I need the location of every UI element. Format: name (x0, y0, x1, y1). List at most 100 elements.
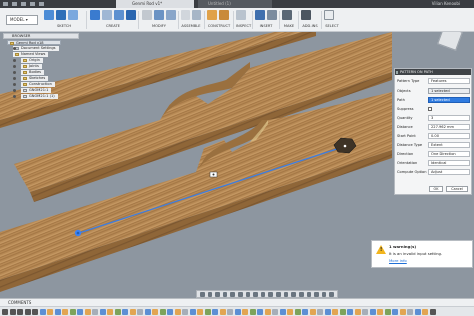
timeline-joint-feature[interactable] (384, 309, 391, 315)
timeline-sketch-feature[interactable] (369, 309, 376, 315)
eye-icon[interactable] (13, 65, 16, 68)
sketch-line-icon[interactable] (56, 10, 66, 20)
camera-icon[interactable] (276, 292, 281, 297)
visibility-toggle[interactable] (13, 76, 21, 81)
toolbar-group-assemble[interactable]: ASSEMBLE (181, 10, 201, 30)
ground-icon[interactable] (321, 292, 327, 297)
timeline-extrude-feature[interactable] (332, 309, 338, 315)
timeline-chamfer-feature[interactable] (137, 309, 143, 315)
sweep-icon[interactable] (114, 10, 124, 20)
timeline-sketch-feature[interactable] (189, 309, 196, 315)
timeline-sketch-feature[interactable] (122, 309, 128, 315)
zoom-icon[interactable] (222, 292, 228, 297)
timeline-extrude-feature[interactable] (62, 309, 68, 315)
compute-option-select[interactable]: Adjust (428, 169, 470, 175)
timeline-sketch-feature[interactable] (77, 309, 83, 315)
timeline-extrude-feature[interactable] (107, 309, 113, 315)
timeline-sketch-feature[interactable] (99, 309, 106, 315)
path-start-point[interactable] (74, 229, 82, 237)
timeline-play-icon[interactable] (17, 309, 23, 315)
timeline-extrude-feature[interactable] (264, 309, 271, 315)
more-info-link[interactable]: More info (389, 258, 407, 263)
toolbar-group-make[interactable]: MAKE (282, 10, 296, 30)
timeline-sketch-feature[interactable] (257, 309, 263, 315)
browser-item-construction[interactable]: Construction (21, 82, 55, 87)
viewports-icon[interactable] (253, 292, 258, 297)
finish-sketch-icon[interactable] (68, 10, 78, 20)
timeline-extrude-feature[interactable] (377, 309, 383, 315)
direction-select[interactable]: One Direction (428, 151, 470, 157)
timeline-extrude-feature[interactable] (84, 309, 91, 315)
eye-icon[interactable] (13, 95, 16, 98)
quantity-input[interactable]: 3 (428, 115, 470, 121)
eye-icon[interactable] (13, 59, 16, 62)
timeline-next-icon[interactable] (24, 309, 31, 315)
measure-icon[interactable] (236, 10, 246, 20)
timeline-sketch-feature[interactable] (54, 309, 61, 315)
pan-icon[interactable] (215, 292, 220, 297)
timeline-hole-feature[interactable] (362, 309, 368, 315)
pattern-type-select[interactable]: Features (428, 78, 470, 84)
timeline-extrude-feature[interactable] (152, 309, 158, 315)
visibility-toggle[interactable] (13, 58, 21, 63)
browser-item-component-2[interactable]: GNOM21:1 (1) (21, 94, 58, 99)
comments-bar[interactable]: COMMENTS (0, 299, 474, 307)
distance-input[interactable]: 227.962 mm (428, 124, 470, 130)
redo-icon[interactable] (39, 2, 44, 6)
timeline-joint-feature[interactable] (294, 309, 301, 315)
visibility-toggle[interactable] (13, 88, 21, 93)
axis-icon[interactable] (219, 10, 229, 20)
timeline-sketch-feature[interactable] (212, 309, 218, 315)
joint-icon[interactable] (192, 10, 201, 20)
eye-icon[interactable] (13, 71, 16, 74)
distance-manipulator[interactable] (209, 171, 218, 178)
undo-icon[interactable] (30, 2, 35, 6)
layout-icon[interactable] (329, 292, 334, 297)
browser-item-component-1[interactable]: GNOM21:1 (21, 88, 52, 93)
create-sketch-icon[interactable] (44, 10, 54, 20)
extrude-icon[interactable] (90, 10, 100, 20)
timeline-joint-feature[interactable] (204, 309, 211, 315)
document-tab[interactable]: Untitled (1) (198, 0, 272, 8)
browser-header[interactable]: BROWSER (3, 33, 79, 39)
orientation-select[interactable]: Identical (428, 160, 470, 166)
timeline-extrude-feature[interactable] (242, 309, 248, 315)
timeline-sketch-feature[interactable] (167, 309, 173, 315)
chamfer-icon[interactable] (166, 10, 176, 20)
revolve-icon[interactable] (102, 10, 112, 20)
timeline-sketch-feature[interactable] (302, 309, 308, 315)
timeline-prev-icon[interactable] (9, 309, 16, 315)
eye-icon[interactable] (13, 47, 16, 50)
offset-plane-icon[interactable] (207, 10, 217, 20)
visibility-toggle[interactable] (13, 70, 21, 75)
visibility-toggle[interactable] (13, 82, 21, 87)
user-name[interactable]: Vilian Kenoobi (432, 0, 460, 8)
timeline-sketch-feature[interactable] (39, 309, 46, 315)
timeline-pattern-feature[interactable] (407, 309, 413, 315)
timeline-extrude-feature[interactable] (287, 309, 293, 315)
select-arrow-icon[interactable] (324, 10, 334, 20)
environment-icon[interactable] (260, 292, 266, 297)
browser-item-named-views[interactable]: Named Views (13, 52, 49, 57)
start-point-input[interactable]: 0.00 (428, 133, 470, 139)
timeline-settings-icon[interactable] (429, 309, 436, 315)
timeline-component-feature[interactable] (249, 309, 256, 315)
timeline-extrude-feature[interactable] (174, 309, 181, 315)
effects-icon[interactable] (268, 292, 274, 297)
distance-type-select[interactable]: Extent (428, 142, 470, 148)
toolbar-group-construct[interactable]: CONSTRUCT (207, 10, 231, 30)
timeline-end-icon[interactable] (32, 309, 38, 315)
3d-print-icon[interactable] (282, 10, 292, 20)
new-component-icon[interactable] (181, 10, 190, 20)
timeline-joint-feature[interactable] (114, 309, 121, 315)
orbit-icon[interactable] (200, 292, 205, 297)
fit-icon[interactable] (230, 292, 236, 297)
timeline-extrude-feature[interactable] (399, 309, 406, 315)
eye-icon[interactable] (13, 83, 16, 86)
timeline-extrude-feature[interactable] (354, 309, 361, 315)
visibility-toggle[interactable] (13, 94, 21, 99)
cancel-button[interactable]: Cancel (446, 186, 468, 192)
timeline-extrude-feature[interactable] (129, 309, 136, 315)
toolbar-group-sketch[interactable]: SKETCH (44, 10, 84, 30)
scripts-icon[interactable] (301, 10, 311, 20)
